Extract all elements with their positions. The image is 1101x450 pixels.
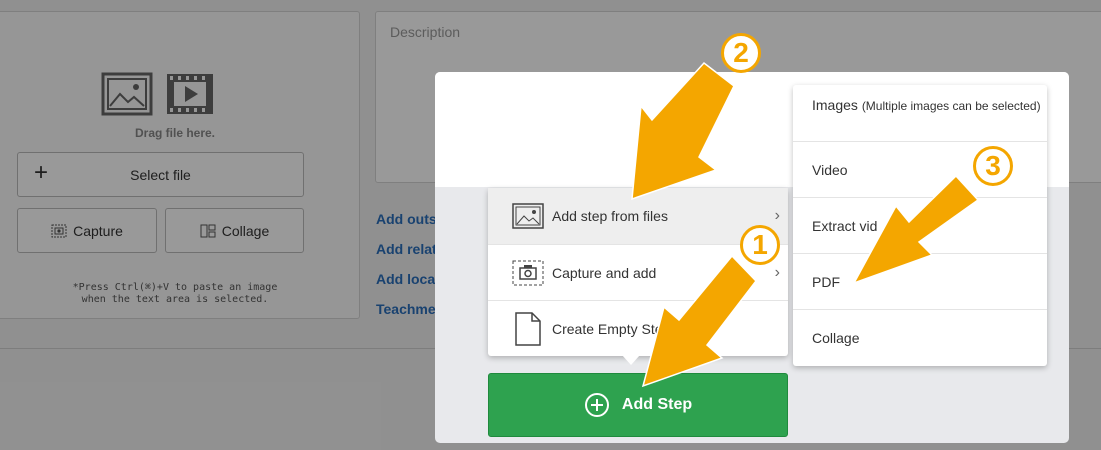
annotation-arrows bbox=[631, 61, 980, 388]
annotation-badge-1: 1 bbox=[740, 225, 780, 265]
annotation-arrow-1 bbox=[641, 254, 757, 388]
annotation-arrow-3 bbox=[852, 174, 980, 285]
annotation-arrow-2 bbox=[631, 61, 735, 201]
annotation-badge-3: 3 bbox=[973, 146, 1013, 186]
annotation-badge-2: 2 bbox=[721, 33, 761, 73]
